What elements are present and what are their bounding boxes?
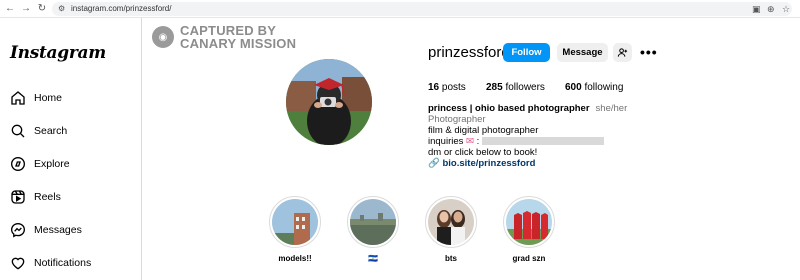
highlight-ring xyxy=(425,196,477,248)
highlight-cover xyxy=(428,199,474,245)
highlight-item[interactable]: 🇸🇻 xyxy=(347,196,399,263)
bookmark-star-icon[interactable]: ☆ xyxy=(782,3,790,15)
home-icon xyxy=(11,91,25,105)
followers-label: followers xyxy=(505,82,545,93)
highlight-label: grad szn xyxy=(512,254,546,263)
search-icon xyxy=(11,124,25,138)
sidebar-item-reels[interactable]: Reels xyxy=(10,187,61,207)
highlight-ring xyxy=(503,196,555,248)
sidebar-item-messages[interactable]: Messages xyxy=(10,220,82,240)
profile-username: prinzessford xyxy=(428,44,510,61)
watermark: ◉ CAPTURED BY CANARY MISSION xyxy=(152,24,296,50)
watermark-line2: CANARY MISSION xyxy=(180,36,297,51)
highlight-cover xyxy=(506,199,552,245)
suggested-users-button[interactable] xyxy=(613,43,632,62)
mail-icon: ✉ xyxy=(466,136,474,147)
profile-pronouns: she/her xyxy=(595,103,628,114)
profile-full-name: princess | ohio based photographer xyxy=(428,103,590,114)
posts-count: 16 xyxy=(428,82,440,93)
highlight-label: 🇸🇻 xyxy=(368,254,378,263)
profile-avatar[interactable] xyxy=(286,59,372,145)
highlight-item[interactable]: bts xyxy=(425,196,477,263)
highlight-cover xyxy=(350,199,396,245)
highlight-ring xyxy=(269,196,321,248)
sidebar-item-label: Messages xyxy=(34,224,82,236)
sidebar-item-explore[interactable]: Explore xyxy=(10,154,70,174)
following-count: 600 xyxy=(565,82,582,93)
url-text[interactable]: instagram.com/prinzessford/ xyxy=(71,4,171,14)
heart-icon xyxy=(11,257,25,270)
posts-label: posts xyxy=(441,82,466,93)
inquiries-label: inquiries xyxy=(428,136,464,147)
reels-icon xyxy=(11,190,25,204)
more-options-icon[interactable]: ••• xyxy=(640,44,658,60)
sidebar: Instagram Home Search Explore Reels Mess… xyxy=(0,18,142,280)
followers-count: 285 xyxy=(486,82,503,93)
back-arrow-icon[interactable]: ← xyxy=(4,3,16,15)
highlight-cover xyxy=(272,199,318,245)
sidebar-item-notifications[interactable]: Notifications xyxy=(10,253,91,273)
bio-line: dm or click below to book! xyxy=(428,147,538,158)
sidebar-item-label: Reels xyxy=(34,191,61,203)
compass-icon xyxy=(11,157,25,171)
highlight-item[interactable]: grad szn xyxy=(503,196,555,263)
follow-button[interactable]: Follow xyxy=(503,43,550,62)
followers-stat[interactable]: 285 followers xyxy=(486,82,545,93)
message-button[interactable]: Message xyxy=(557,43,608,62)
bio-link-line: 🔗 bio.site/prinzessford xyxy=(428,158,535,169)
messenger-icon xyxy=(10,222,26,238)
sidebar-item-label: Home xyxy=(34,92,63,104)
site-info-icon[interactable]: ⚙ xyxy=(58,4,65,14)
sidebar-item-search[interactable]: Search xyxy=(10,121,67,141)
highlight-label: models!! xyxy=(278,254,312,263)
bio-link[interactable]: bio.site/prinzessford xyxy=(442,158,535,169)
forward-arrow-icon[interactable]: → xyxy=(20,3,32,15)
reload-icon[interactable]: ↻ xyxy=(36,3,48,15)
sidebar-item-home[interactable]: Home xyxy=(10,88,62,108)
following-label: following xyxy=(584,82,624,93)
profile-category: Photographer xyxy=(428,114,486,125)
watermark-text: CAPTURED BY CANARY MISSION xyxy=(180,24,296,50)
instagram-logo[interactable]: Instagram xyxy=(10,43,106,63)
watermark-logo: ◉ xyxy=(152,26,174,48)
cast-icon[interactable]: ▣ xyxy=(752,3,761,15)
link-icon: 🔗 xyxy=(428,158,440,169)
add-person-icon xyxy=(617,48,628,57)
sidebar-item-label: Notifications xyxy=(34,257,92,269)
highlight-label: bts xyxy=(445,254,457,263)
redacted-contact xyxy=(481,137,604,146)
posts-stat: 16 posts xyxy=(428,82,466,93)
zoom-icon[interactable]: ⊕ xyxy=(767,3,775,15)
avatar-photo xyxy=(286,59,372,145)
sidebar-item-label: Explore xyxy=(34,158,70,170)
highlight-ring xyxy=(347,196,399,248)
address-bar[interactable]: ⚙ instagram.com/prinzessford/ xyxy=(52,2,792,16)
browser-toolbar: ← → ↻ ⚙ instagram.com/prinzessford/ ▣ ⊕ … xyxy=(0,0,800,18)
bio-line: film & digital photographer xyxy=(428,125,539,136)
highlight-item[interactable]: models!! xyxy=(269,196,321,263)
bio-inquiries-line: inquiries ✉ : xyxy=(428,136,604,147)
bio-name-line: princess | ohio based photographer she/he… xyxy=(428,103,627,114)
sidebar-item-label: Search xyxy=(34,125,68,137)
following-stat[interactable]: 600 following xyxy=(565,82,623,93)
